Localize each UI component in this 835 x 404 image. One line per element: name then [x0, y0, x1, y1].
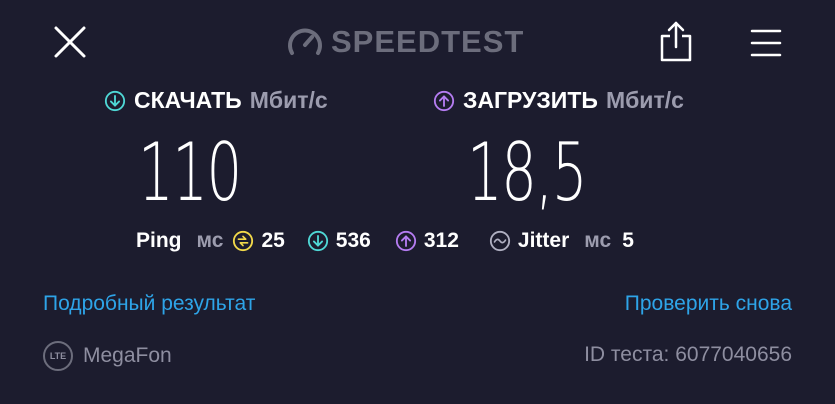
jitter-wave-icon — [489, 230, 510, 252]
download-speed-value: 110 — [138, 126, 242, 219]
ping-upload-value: 312 — [423, 229, 459, 252]
close-button[interactable] — [50, 22, 90, 62]
ping-group: Ping мс 25 — [136, 229, 285, 253]
speedtest-logo: SPEEDTEST — [287, 24, 524, 60]
upload-label: ЗАГРУЗИТЬ — [463, 87, 598, 113]
latency-stats-row: Ping мс 25 536 312 Jitter мс 5 — [136, 229, 634, 253]
upload-arrow-icon — [395, 230, 416, 252]
jitter-label: Jitter — [517, 229, 570, 252]
lte-badge-icon: LTE — [43, 341, 73, 371]
ping-label: Ping — [136, 229, 182, 252]
ping-download-value: 536 — [335, 229, 371, 252]
ping-unit: мс — [196, 229, 224, 252]
ping-idle-value: 25 — [261, 229, 285, 252]
upload-unit: Мбит/с — [605, 87, 684, 113]
download-unit: Мбит/с — [249, 87, 328, 113]
logo-text: SPEEDTEST — [331, 24, 525, 59]
share-icon — [660, 21, 692, 62]
menu-icon — [750, 29, 782, 57]
network-info: LTE MegaFon — [43, 341, 172, 371]
download-label-row: СКАЧАТЬ Мбит/с — [104, 87, 328, 114]
provider-name: MegaFon — [83, 344, 172, 367]
upload-arrow-icon — [433, 90, 455, 111]
test-id: ID теста: 6077040656 — [584, 343, 792, 366]
jitter-value: 5 — [622, 229, 634, 252]
download-arrow-icon — [104, 90, 126, 111]
ping-download-group: 536 — [307, 229, 371, 253]
ping-upload-group: 312 — [395, 229, 459, 253]
download-label: СКАЧАТЬ — [134, 87, 242, 113]
upload-speed-value: 18,5 — [467, 126, 587, 219]
lte-badge-text: LTE — [49, 351, 67, 361]
jitter-group: Jitter мс 5 — [489, 229, 634, 253]
download-arrow-icon — [307, 230, 328, 252]
jitter-unit: мс — [584, 229, 612, 252]
share-button[interactable] — [656, 18, 696, 64]
retest-link[interactable]: Проверить снова — [625, 292, 792, 316]
upload-label-row: ЗАГРУЗИТЬ Мбит/с — [433, 87, 684, 114]
detailed-result-link[interactable]: Подробный результат — [43, 292, 255, 316]
menu-button[interactable] — [746, 22, 786, 62]
speedometer-icon — [288, 28, 322, 55]
ping-idle-icon — [233, 230, 254, 252]
close-icon — [54, 26, 86, 58]
